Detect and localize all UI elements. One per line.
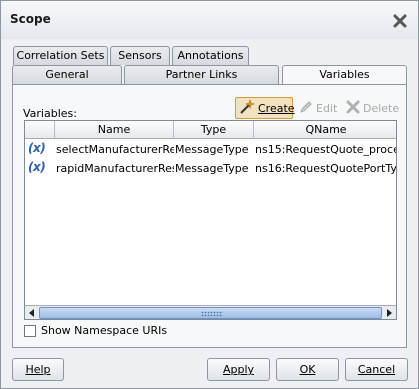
scope-dialog: Scope Correlation Sets Sensors Annotatio… xyxy=(0,0,419,389)
delete-label: Delete xyxy=(363,101,400,115)
table-row[interactable]: (x) selectManufacturerRe... MessageType … xyxy=(25,140,397,159)
scroll-thumb[interactable] xyxy=(39,307,382,319)
ok-button[interactable]: OK xyxy=(276,358,339,381)
qname-column-header[interactable]: QName xyxy=(254,121,396,139)
variable-icon: (x) xyxy=(28,141,46,155)
edit-label: Edit xyxy=(316,101,338,115)
scroll-right-icon[interactable] xyxy=(382,306,396,319)
tab-row-front: General Partner Links Variables xyxy=(12,65,407,85)
icon-column-header xyxy=(25,121,55,139)
cancel-button[interactable]: Cancel xyxy=(345,358,408,381)
row-type: MessageType xyxy=(175,143,249,156)
variables-table: Name Type QName (x) selectManufacturerRe… xyxy=(24,120,397,320)
tab-sensors[interactable]: Sensors xyxy=(110,46,170,65)
table-header: Name Type QName xyxy=(25,121,396,139)
dialog-title: Scope xyxy=(10,12,51,26)
apply-label: Apply xyxy=(222,363,255,376)
create-button[interactable]: Create xyxy=(235,97,295,119)
create-icon xyxy=(239,98,255,118)
horizontal-scrollbar[interactable] xyxy=(25,305,396,319)
close-icon[interactable] xyxy=(392,13,408,29)
variables-panel: Variables: Create Edit Delete Name Type xyxy=(12,84,407,348)
row-name: selectManufacturerRe... xyxy=(56,143,174,156)
tab-partner-links[interactable]: Partner Links xyxy=(124,65,279,84)
show-namespace-label: Show Namespace URIs xyxy=(41,324,168,337)
table-row[interactable]: (x) rapidManufacturerRes... MessageType … xyxy=(25,159,397,178)
scroll-left-icon[interactable] xyxy=(25,306,39,319)
ok-label: OK xyxy=(299,363,316,376)
tab-general[interactable]: General xyxy=(12,65,122,84)
variables-label: Variables: xyxy=(23,107,77,120)
help-button[interactable]: Help xyxy=(12,358,64,381)
type-column-header[interactable]: Type xyxy=(174,121,254,139)
tab-variables[interactable]: Variables xyxy=(282,65,407,85)
show-namespace-checkbox[interactable] xyxy=(24,324,36,337)
edit-button[interactable]: Edit xyxy=(296,97,338,119)
help-label: Help xyxy=(25,363,51,376)
apply-button[interactable]: Apply xyxy=(207,358,270,381)
create-label: Create xyxy=(258,101,295,115)
delete-x-icon xyxy=(346,100,360,117)
cancel-label: Cancel xyxy=(357,363,396,376)
title-bar: Scope xyxy=(1,1,418,39)
row-type: MessageType xyxy=(175,162,249,175)
row-qname: ns15:RequestQuote_process xyxy=(255,143,397,156)
pencil-icon xyxy=(299,100,313,117)
show-namespace-row[interactable]: Show Namespace URIs xyxy=(24,324,167,337)
tab-row-back: Correlation Sets Sensors Annotations xyxy=(13,46,253,65)
grip-icon xyxy=(201,311,223,316)
tab-annotations[interactable]: Annotations xyxy=(172,46,249,65)
row-name: rapidManufacturerRes... xyxy=(56,162,174,175)
name-column-header[interactable]: Name xyxy=(55,121,174,139)
variable-icon: (x) xyxy=(28,160,46,174)
row-qname: ns16:RequestQuotePortType_ xyxy=(255,162,397,175)
delete-button[interactable]: Delete xyxy=(343,97,399,119)
tab-correlation-sets[interactable]: Correlation Sets xyxy=(13,46,108,65)
